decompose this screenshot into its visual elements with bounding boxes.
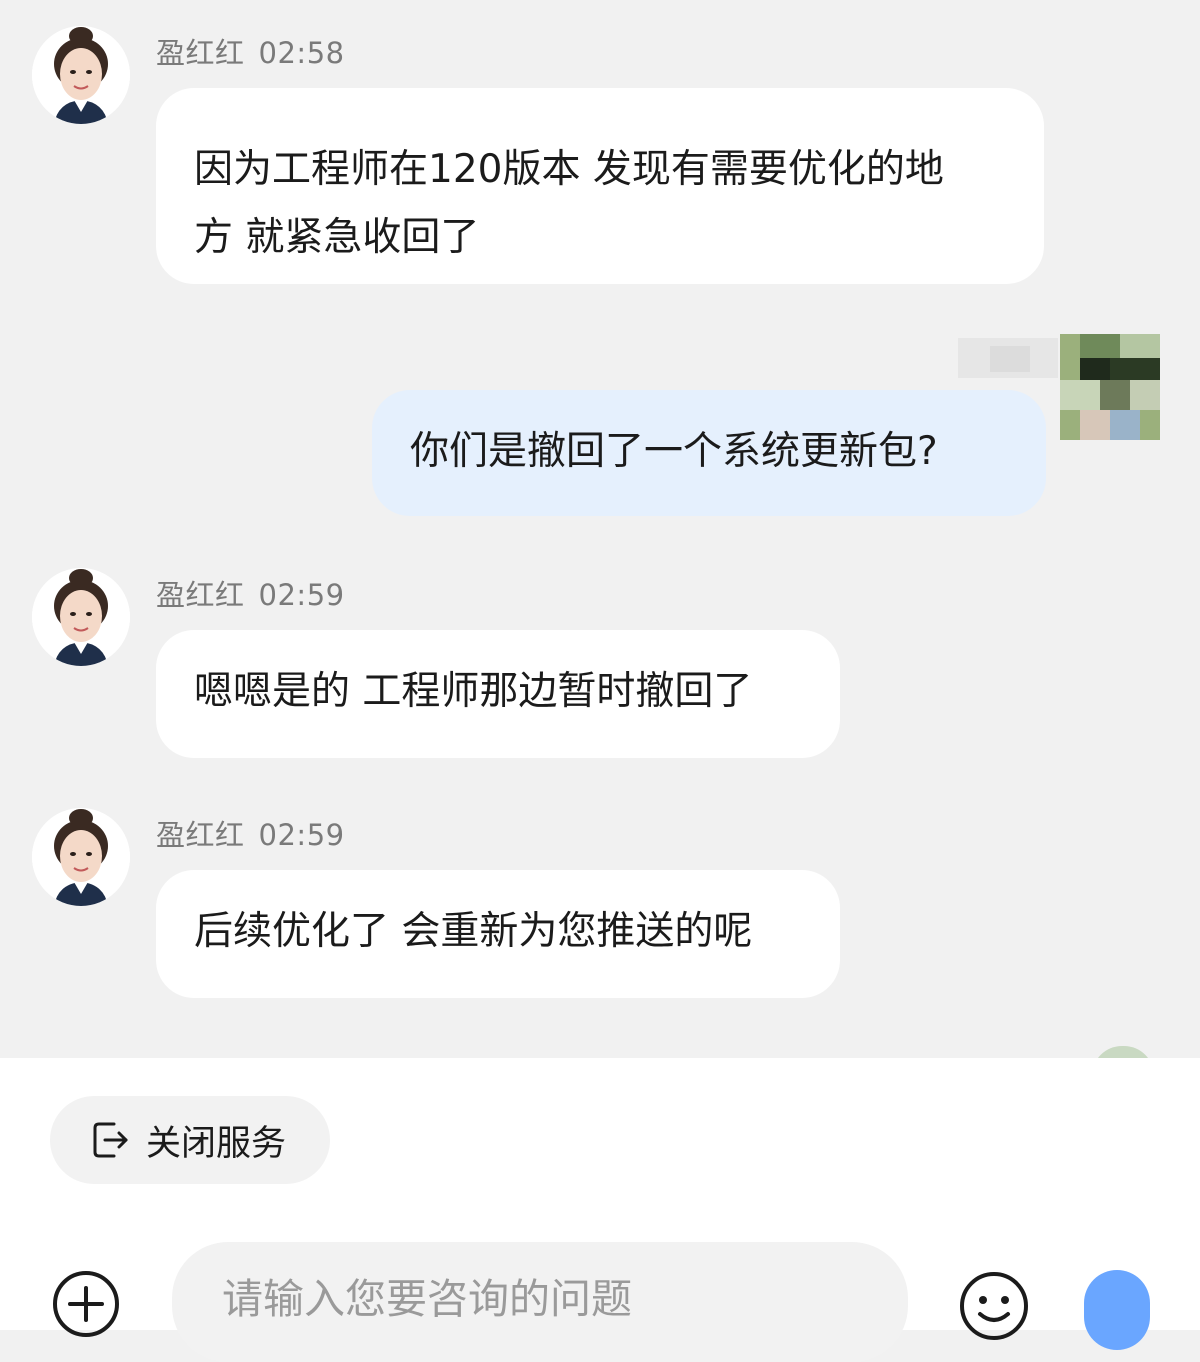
user-avatar[interactable] (1060, 334, 1160, 440)
partial-avatar (1092, 1046, 1154, 1058)
question-input[interactable]: 请输入您要咨询的问题 (172, 1242, 908, 1362)
send-icon[interactable] (1084, 1270, 1150, 1350)
sender-name: 盈红红 (156, 818, 245, 852)
sender-name: 盈红红 (156, 578, 245, 612)
message-text-line: 因为工程师在120版本 发现有需要优化的地 (194, 147, 944, 192)
message-text: 嗯嗯是的 工程师那边暂时撤回了 (194, 669, 753, 714)
message-meta: 盈红红 02:58 (156, 30, 345, 72)
pixelated-username (990, 346, 1030, 372)
message-time: 02:58 (258, 36, 345, 70)
exit-icon (93, 1122, 128, 1158)
message-meta: 盈红红 02:59 (156, 572, 345, 614)
agent-message-bubble[interactable]: 因为工程师在120版本 发现有需要优化的地 方 就紧急收回了 (156, 88, 1044, 284)
user-message-bubble[interactable]: 你们是撤回了一个系统更新包? (372, 390, 1046, 516)
close-service-button[interactable]: 关闭服务 (50, 1096, 330, 1184)
chat-area[interactable]: 盈红红 02:58 因为工程师在120版本 发现有需要优化的地 方 就紧急收回了 … (0, 0, 1200, 1058)
close-service-label: 关闭服务 (146, 1123, 287, 1164)
message-text: 后续优化了 会重新为您推送的呢 (194, 909, 753, 954)
input-placeholder: 请输入您要咨询的问题 (222, 1275, 632, 1323)
message-text: 你们是撤回了一个系统更新包? (410, 429, 938, 474)
smile-icon[interactable] (958, 1270, 1030, 1342)
message-meta: 盈红红 02:59 (156, 812, 345, 854)
agent-avatar[interactable] (32, 26, 130, 124)
agent-message-bubble[interactable]: 嗯嗯是的 工程师那边暂时撤回了 (156, 630, 840, 758)
agent-avatar[interactable] (32, 568, 130, 666)
plus-circle-icon[interactable] (52, 1270, 120, 1338)
sender-name: 盈红红 (156, 36, 245, 70)
agent-avatar[interactable] (32, 808, 130, 906)
message-text-line: 方 就紧急收回了 (194, 215, 480, 260)
agent-message-bubble[interactable]: 后续优化了 会重新为您推送的呢 (156, 870, 840, 998)
message-time: 02:59 (258, 818, 345, 852)
message-time: 02:59 (258, 578, 345, 612)
